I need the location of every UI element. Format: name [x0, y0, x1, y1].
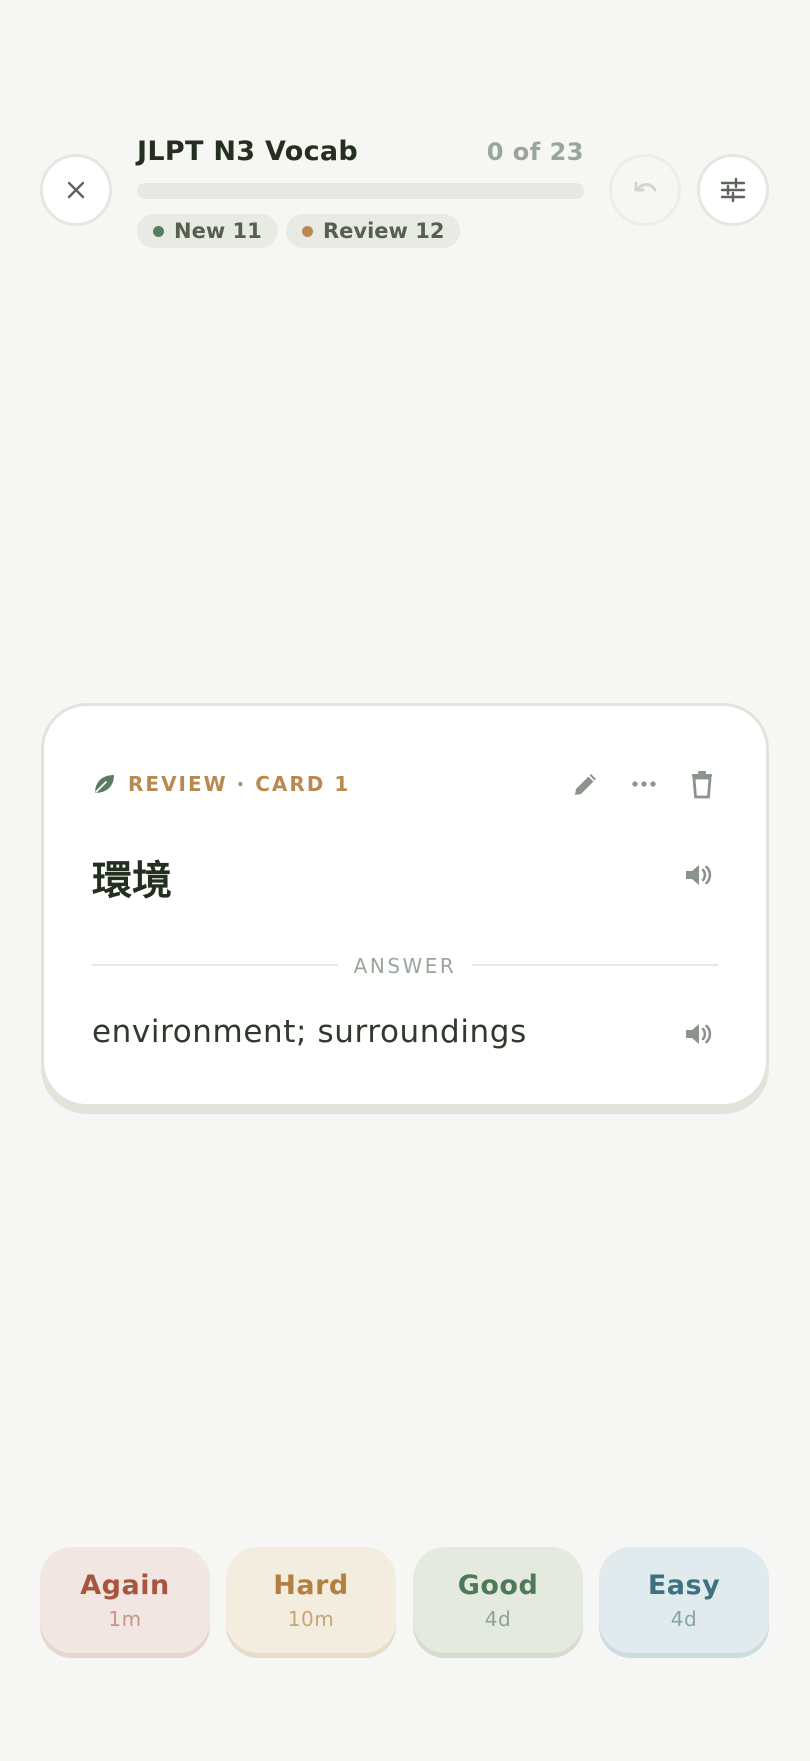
review-count-label: Review 12 [323, 219, 445, 243]
close-button[interactable] [40, 154, 112, 226]
hard-interval: 10m [287, 1606, 335, 1631]
card-meta: REVIEW · CARD 1 [92, 772, 350, 796]
easy-button[interactable]: Easy 4d [599, 1547, 769, 1653]
leaf-icon [95, 775, 114, 793]
card-actions [570, 768, 718, 800]
easy-label: Easy [647, 1569, 721, 1601]
card-back-text: environment; surroundings [92, 1014, 527, 1050]
play-front-audio-button[interactable] [682, 859, 714, 891]
speaker-icon [686, 1024, 712, 1044]
progress-bar [137, 183, 584, 199]
more-button[interactable] [628, 768, 660, 800]
hard-label: Hard [273, 1569, 349, 1601]
good-button[interactable]: Good 4d [413, 1547, 583, 1653]
good-label: Good [457, 1569, 539, 1601]
new-dot-icon [153, 225, 164, 237]
review-count-chip: Review 12 [286, 214, 461, 248]
card-front-text: 環境 [92, 858, 172, 904]
good-interval: 4d [484, 1606, 512, 1631]
new-count-label: New 11 [174, 219, 262, 243]
pencil-icon [575, 774, 596, 795]
again-interval: 1m [108, 1606, 142, 1631]
edit-button[interactable] [570, 768, 602, 800]
undo-icon [634, 181, 657, 192]
divider-line [472, 964, 718, 966]
study-screen: JLPT N3 Vocab 0 of 23 New 11 Review 12 R… [0, 0, 810, 1761]
easy-interval: 4d [670, 1606, 698, 1631]
again-button[interactable]: Again 1m [40, 1547, 210, 1653]
new-count-chip: New 11 [137, 214, 278, 248]
close-icon [67, 181, 85, 199]
sliders-icon [720, 177, 746, 203]
deck-title: JLPT N3 Vocab [137, 136, 359, 167]
hard-button[interactable]: Hard 10m [226, 1547, 396, 1653]
card-meta-label: REVIEW · CARD 1 [128, 772, 351, 796]
flashcard[interactable]: REVIEW · CARD 1 環境 ANSWER environment; s… [41, 703, 769, 1107]
speaker-icon [686, 865, 712, 885]
undo-button[interactable] [609, 154, 681, 226]
settings-button[interactable] [697, 154, 769, 226]
play-back-audio-button[interactable] [682, 1018, 714, 1050]
answer-label: ANSWER [353, 954, 457, 978]
progress-counter: 0 of 23 [486, 138, 584, 166]
review-dot-icon [302, 225, 313, 237]
more-icon [632, 781, 656, 787]
trash-icon [692, 771, 712, 799]
delete-button[interactable] [686, 768, 718, 800]
answer-divider: ANSWER [92, 954, 718, 978]
again-label: Again [80, 1569, 170, 1601]
